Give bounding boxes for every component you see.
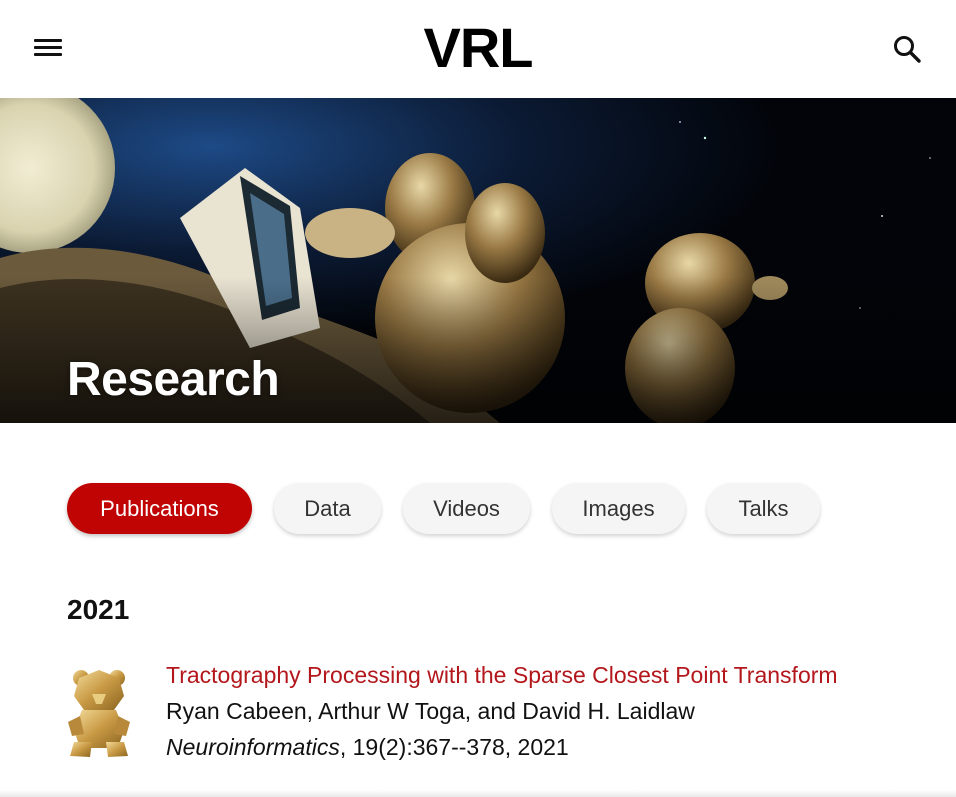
tab-images[interactable]: Images [552,483,685,534]
search-icon[interactable] [888,30,928,70]
tab-publications[interactable]: Publications [67,483,252,534]
tab-videos[interactable]: Videos [403,483,530,534]
site-logo[interactable]: VRL [0,18,956,78]
publication-details: , 19(2):367--378, 2021 [339,734,569,760]
publication-title-link[interactable]: Tractography Processing with the Sparse … [166,662,838,689]
research-tabs: Publications Data Videos Images Talks [67,483,820,535]
tab-data[interactable]: Data [274,483,381,534]
publication-authors: Ryan Cabeen, Arthur W Toga, and David H.… [166,698,695,724]
page-bottom-edge [0,790,956,797]
publication-journal: Neuroinformatics [166,734,340,760]
hero-banner: Research [0,98,956,423]
gold-teddy-bear-icon[interactable] [64,664,134,759]
year-heading: 2021 [67,594,130,625]
tab-talks[interactable]: Talks [707,483,820,534]
site-header: VRL [0,0,956,98]
page-title: Research [67,353,280,406]
publication-venue: Neuroinformatics, 19(2):367--378, 2021 [166,734,569,761]
